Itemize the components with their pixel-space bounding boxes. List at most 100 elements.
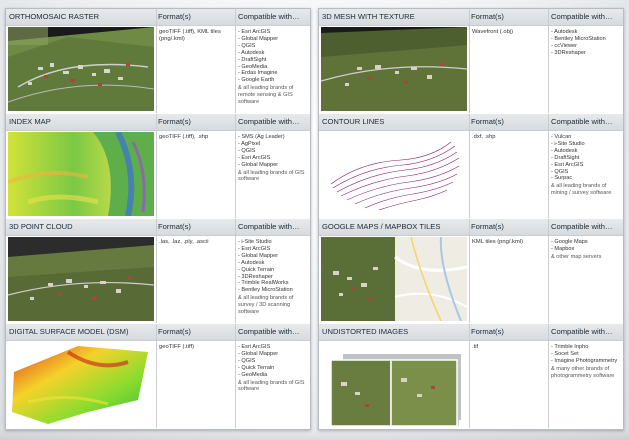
compatible-list: - Google Maps - Mapbox & other map servers [551,239,621,261]
format-list: .dxf, .shp [472,134,546,141]
compatible-item: - Quick Terrain [238,266,275,273]
map-tiles-image [321,237,467,321]
compatible-list: - i-Site Studio - Esri ArcGIS - Global Map… [238,239,308,316]
compatible-item: - Global Mapper [238,350,279,357]
index-map-image [8,132,154,216]
compatible-header: Compatible with… [238,327,300,336]
compatible-list: - Autodesk - Bentley MicroStation - ccView… [551,29,621,57]
compatible-item: - Bentley MicroStation [551,35,606,42]
column-divider [156,114,157,218]
section-title: INDEX MAP [9,117,51,126]
section-title: ORTHOMOSAIC RASTER [9,12,100,21]
format-header: Format(s) [471,117,504,126]
compatible-item: - Global Mapper [238,161,279,168]
thumbnail [8,237,154,321]
compatible-item: - QGIS [238,357,256,364]
format-header: Format(s) [158,12,191,21]
point-cloud-image [8,237,154,321]
compatible-note: & all leading brands of GIS software [238,169,305,183]
column-divider [235,219,236,323]
compatible-list: - Trimble Inpho - Socet Set - Imagine Phot… [551,344,621,380]
section-3d-point-cloud: 3D POINT CLOUD Format(s) Compatible with… [6,219,310,324]
column-divider [469,324,470,428]
format-list: geoTIFF (.tiff) [159,344,233,351]
compatible-item: - Mapbox [551,245,575,252]
compatible-item: - Global Mapper [238,252,279,259]
compatible-item: - SMS (Ag Leader) [238,134,285,140]
section-contour-lines: CONTOUR LINES Format(s) Compatible with…… [319,114,623,219]
section-title: DIGITAL SURFACE MODEL (DSM) [9,327,129,336]
section-3d-mesh-with-texture: 3D MESH WITH TEXTURE Format(s) Compatibl… [319,9,623,114]
column-divider [235,324,236,428]
compatible-item: - Esri ArcGIS [238,29,271,35]
compatible-item: - Google Maps [551,239,588,245]
compatible-note: & other map servers [551,253,602,260]
compatible-list: - Esri ArcGIS - Global Mapper - QGIS - Auto… [238,29,308,106]
left-panel: ORTHOMOSAIC RASTER Format(s) Compatible … [5,8,311,430]
column-divider [156,219,157,323]
orthomosaic-image [8,27,154,111]
compatible-item: - Google Earth [238,77,275,84]
format-header: Format(s) [471,12,504,21]
contour-image [321,132,467,216]
compatible-list: - SMS (Ag Leader) - AgPixel - QGIS - Esri A… [238,134,308,183]
format-value: geoTIFF (.tiff), .shp [159,134,209,140]
column-divider [548,324,549,428]
section-header: CONTOUR LINES Format(s) Compatible with… [319,114,623,131]
format-list: geoTIFF (.tiff), .shp [159,134,233,141]
thumbnail [8,132,154,216]
mesh-image [321,27,467,111]
section-index-map: INDEX MAP Format(s) Compatible with… geo… [6,114,310,219]
format-value: KML tiles (png/.kml) [472,239,524,245]
thumbnail [321,132,467,216]
compatible-header: Compatible with… [551,117,613,126]
compatible-list: - Vulcan - i-Site Studio - Autodesk - Draft… [551,134,621,197]
page-shadow [0,430,629,440]
compatible-item: - QGIS [238,147,256,154]
format-value: Wavefront (.obj) [472,29,514,35]
section-header: 3D MESH WITH TEXTURE Format(s) Compatibl… [319,9,623,26]
compatible-item: - Trimble RealWorks [238,280,289,287]
format-header: Format(s) [158,117,191,126]
section-header: INDEX MAP Format(s) Compatible with… [6,114,310,131]
format-list: geoTIFF (.tiff), KML tiles (png/.kml) [159,29,233,43]
compatible-header: Compatible with… [551,327,613,336]
compatible-note: & all leading brands of remote sensing &… [238,85,294,106]
compatible-item: - Autodesk [551,29,578,35]
compatible-item: - i-Site Studio [238,239,272,245]
column-divider [469,114,470,218]
compatible-item: - Quick Terrain [238,364,275,371]
format-value: .tif [472,344,479,350]
thumbnail [321,27,467,111]
compatible-header: Compatible with… [551,12,613,21]
format-list: Wavefront (.obj) [472,29,546,36]
compatible-item: - Surpac [551,175,573,182]
compatible-item: - Esri ArcGIS [551,161,584,168]
section-google-maps-mapbox-tiles: GOOGLE MAPS / MAPBOX TILES Format(s) Com… [319,219,623,324]
format-header: Format(s) [471,327,504,336]
column-divider [548,114,549,218]
compatible-item: - AgPixel [238,140,261,147]
section-title: 3D POINT CLOUD [9,222,73,231]
compatible-item: - QGIS [238,42,256,49]
right-panel: 3D MESH WITH TEXTURE Format(s) Compatibl… [318,8,624,430]
compatible-list: - Esri ArcGIS - Global Mapper - QGIS - Quic… [238,344,308,393]
format-header: Format(s) [158,222,191,231]
compatible-item: - DraftSight [551,154,580,161]
section-title: CONTOUR LINES [322,117,385,126]
section-header: DIGITAL SURFACE MODEL (DSM) Format(s) Co… [6,324,310,341]
format-list: .tif [472,344,546,351]
compatible-note: & all leading brands of GIS software [238,379,305,393]
section-header: GOOGLE MAPS / MAPBOX TILES Format(s) Com… [319,219,623,236]
column-divider [156,9,157,113]
undistorted-image [321,342,467,426]
compatible-item: - GeoMedia [238,63,268,70]
format-value: .las, .laz, .ply, .ascii [159,239,209,245]
compatible-item: - Autodesk [551,147,578,154]
column-divider [235,114,236,218]
format-value: geoTIFF (.tiff), KML tiles [159,29,221,35]
compatible-item: - QGIS [551,168,569,175]
compatible-item: - Bentley MicroStation [238,287,293,294]
thumbnail [8,342,154,426]
section-title: UNDISTORTED IMAGES [322,327,409,336]
